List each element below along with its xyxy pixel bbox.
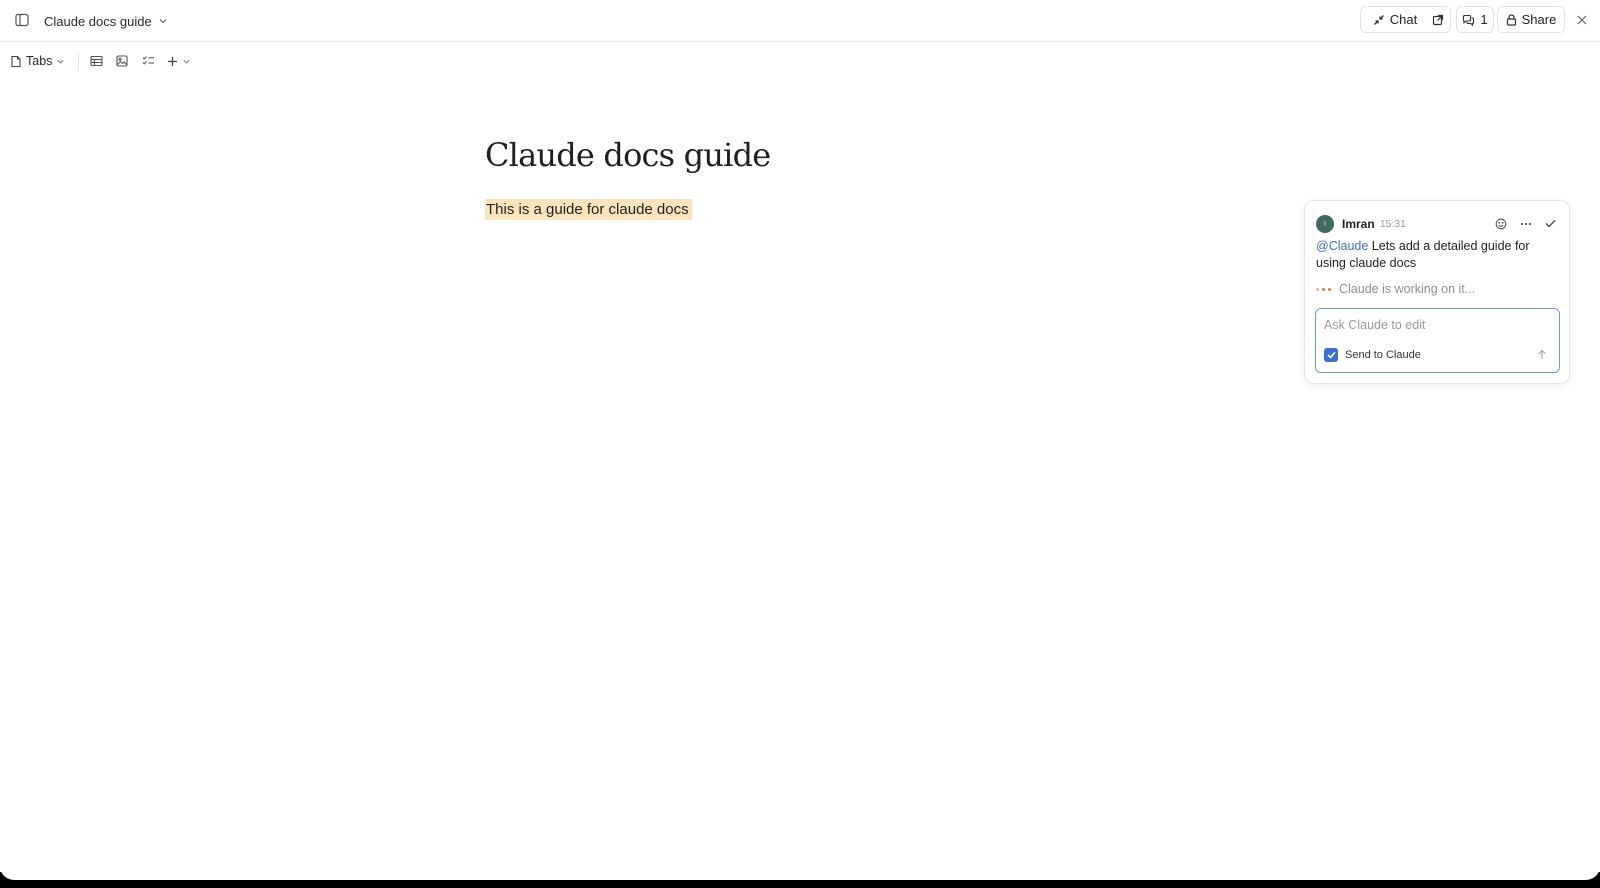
- doc-title-menu[interactable]: Claude docs guide: [44, 11, 168, 31]
- chevron-down-icon: [182, 57, 191, 66]
- comment-count: 1: [1480, 12, 1488, 27]
- image-icon[interactable]: [112, 51, 132, 71]
- avatar: I: [1316, 215, 1334, 233]
- open-external-button[interactable]: [1426, 6, 1451, 33]
- comment-message: @Claude Lets add a detailed guide for us…: [1316, 238, 1556, 272]
- collapse-icon: [1373, 14, 1385, 26]
- close-icon[interactable]: [1572, 10, 1592, 30]
- send-to-claude-label: Send to Claude: [1345, 349, 1421, 361]
- chat-label: Chat: [1389, 12, 1418, 27]
- page-title[interactable]: Claude docs guide: [485, 136, 771, 174]
- top-bar: Claude docs guide Chat 1 Share: [0, 0, 1600, 42]
- comment-author: Imran: [1342, 217, 1375, 231]
- comments-icon: [1462, 14, 1475, 26]
- resolve-check-icon[interactable]: [1541, 214, 1560, 233]
- claude-status: Claude is working on it...: [1316, 281, 1475, 297]
- doc-title-label: Claude docs guide: [44, 13, 152, 29]
- page-icon: [10, 55, 22, 68]
- tabs-label: Tabs: [26, 54, 53, 68]
- table-icon[interactable]: [86, 51, 106, 71]
- chevron-down-icon: [158, 16, 168, 26]
- chevron-down-icon: [56, 57, 65, 66]
- typing-dots-icon: [1316, 287, 1331, 291]
- comment-header: I Imran 15:31: [1316, 214, 1560, 234]
- comment-thread: I Imran 15:31 @Claude Lets add a detaile…: [1304, 200, 1570, 384]
- sidebar-toggle-icon[interactable]: [12, 10, 32, 30]
- external-link-icon: [1432, 14, 1444, 26]
- send-to-claude-checkbox[interactable]: [1324, 348, 1338, 362]
- plus-icon: [167, 56, 178, 67]
- emoji-icon[interactable]: [1491, 214, 1510, 233]
- send-to-claude-row: Send to Claude: [1324, 347, 1421, 363]
- status-text: Claude is working on it...: [1339, 282, 1476, 296]
- reply-box: Send to Claude: [1315, 308, 1560, 373]
- highlighted-paragraph[interactable]: This is a guide for claude docs: [485, 199, 692, 220]
- window-bottom-corner: [0, 860, 1600, 880]
- insert-menu-button[interactable]: [164, 51, 194, 71]
- share-button[interactable]: Share: [1497, 6, 1565, 33]
- editor-toolbar: Tabs: [0, 48, 400, 74]
- chat-button[interactable]: Chat: [1360, 6, 1430, 33]
- toolbar-divider: [78, 52, 79, 70]
- mention-link[interactable]: @Claude: [1316, 239, 1368, 253]
- tabs-button[interactable]: Tabs: [10, 51, 65, 71]
- share-label: Share: [1521, 12, 1557, 27]
- ask-claude-input[interactable]: [1324, 318, 1544, 332]
- app-window: Claude docs guide Chat 1 Share Tabs Clau…: [0, 0, 1600, 888]
- comments-button[interactable]: 1: [1456, 6, 1494, 33]
- checklist-icon[interactable]: [138, 51, 158, 71]
- send-arrow-icon[interactable]: [1535, 347, 1549, 361]
- lock-icon: [1506, 13, 1517, 26]
- comment-actions: [1491, 214, 1560, 233]
- comment-time: 15:31: [1379, 218, 1406, 230]
- more-options-icon[interactable]: [1516, 214, 1535, 233]
